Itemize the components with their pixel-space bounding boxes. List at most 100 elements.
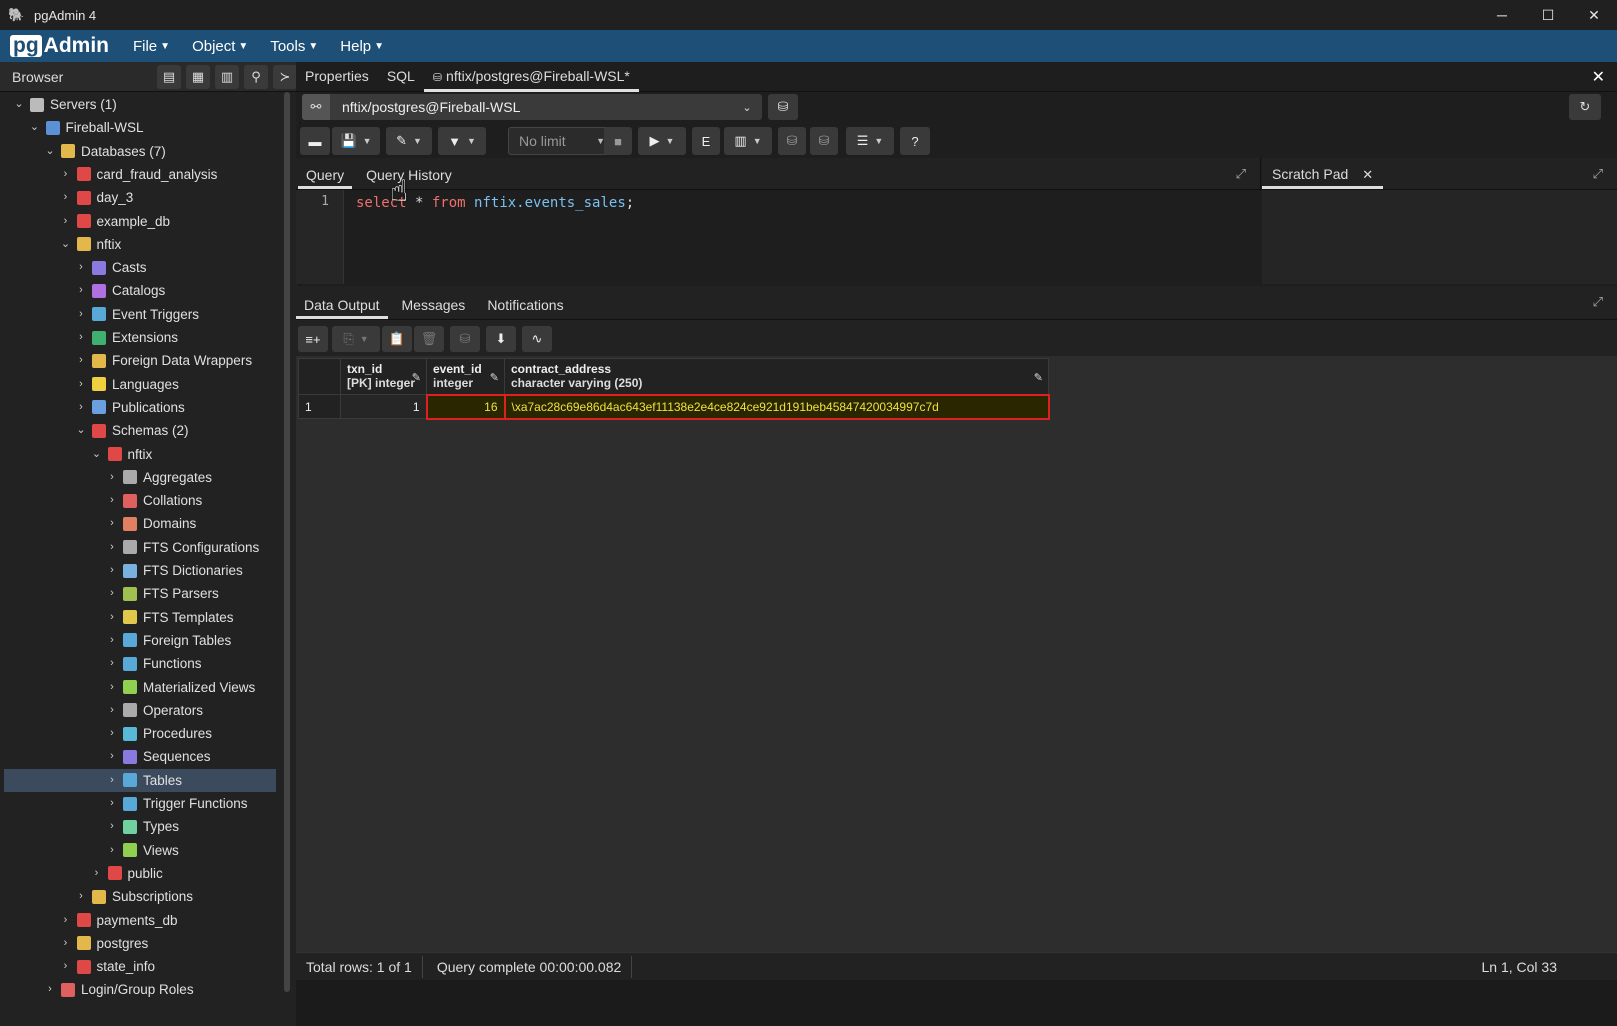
macros-button[interactable]: ☰ ▼ (846, 127, 894, 155)
chevron-right-icon[interactable]: › (43, 978, 57, 1001)
minimize-button[interactable]: ─ (1479, 0, 1525, 30)
chevron-right-icon[interactable]: › (59, 210, 73, 233)
close-icon[interactable]: ✕ (1362, 167, 1373, 182)
scratch-pad-editor[interactable] (1262, 190, 1617, 284)
tab-query-tool[interactable]: ⛁ nftix/postgres@Fireball-WSL* (423, 62, 639, 92)
chevron-down-icon[interactable]: ⌄ (43, 140, 57, 163)
chevron-right-icon[interactable]: › (74, 396, 88, 419)
chevron-right-icon[interactable]: › (74, 256, 88, 279)
tree-item[interactable]: › Languages (4, 373, 179, 396)
menu-help[interactable]: Help ▼ (340, 38, 384, 55)
execute-button[interactable]: ▶ ▼ (638, 127, 686, 155)
tree-item[interactable]: ⌄ Servers (1) (4, 93, 116, 116)
explain-analyze-button[interactable]: ▥ ▼ (724, 127, 772, 155)
tree-item[interactable]: › day_3 (4, 186, 134, 209)
expand-icon[interactable]: ⤢ (1593, 294, 1603, 310)
column-header-contract-address[interactable]: contract_address character varying (250)… (504, 358, 1049, 395)
expand-icon[interactable]: ⤢ (1593, 166, 1603, 182)
tree-item[interactable]: › Extensions (4, 326, 178, 349)
tree-item[interactable]: › FTS Configurations (4, 536, 259, 559)
tab-data-output[interactable]: Data Output (296, 297, 388, 319)
tree-scrollbar[interactable] (284, 92, 290, 992)
tab-notifications[interactable]: Notifications (479, 297, 571, 319)
search-icon[interactable]: ⚲ (244, 64, 268, 89)
chevron-right-icon[interactable]: › (105, 792, 119, 815)
tree-item[interactable]: › Types (4, 815, 179, 838)
copy-button[interactable]: ⎘ ▼ (332, 326, 380, 352)
menu-file[interactable]: File ▼ (133, 38, 170, 55)
download-icon[interactable]: ⬇ (486, 326, 516, 352)
edit-button[interactable]: ✎ ▼ (386, 127, 432, 155)
tree-item[interactable]: ⌄ Fireball-WSL (4, 116, 144, 139)
graph-icon[interactable]: ∿ (522, 326, 552, 352)
chevron-right-icon[interactable]: › (105, 629, 119, 652)
chevron-right-icon[interactable]: › (59, 955, 73, 978)
chevron-right-icon[interactable]: › (74, 279, 88, 302)
tree-item[interactable]: › Subscriptions (4, 885, 193, 908)
chevron-down-icon[interactable]: ⌄ (74, 419, 88, 442)
expand-icon[interactable]: ⤢ (1236, 166, 1246, 182)
chevron-right-icon[interactable]: › (74, 373, 88, 396)
chevron-right-icon[interactable]: › (105, 676, 119, 699)
tab-scratch-pad[interactable]: Scratch Pad ✕ (1262, 166, 1384, 189)
tree-item[interactable]: › postgres (4, 932, 149, 955)
tree-item[interactable]: › Foreign Data Wrappers (4, 349, 252, 372)
tree-item[interactable]: › Login/Group Roles (4, 978, 193, 1001)
chevron-right-icon[interactable]: › (74, 885, 88, 908)
cell-txn-id[interactable]: 1 (340, 394, 427, 419)
column-header-txn-id[interactable]: txn_id [PK] integer ✎ (340, 358, 427, 395)
chevron-right-icon[interactable]: › (59, 932, 73, 955)
tree-item[interactable]: › public (4, 862, 163, 885)
chevron-right-icon[interactable]: › (105, 745, 119, 768)
tree-item[interactable]: ⌄ Databases (7) (4, 140, 165, 163)
chevron-right-icon[interactable]: › (74, 326, 88, 349)
chevron-right-icon[interactable]: › (59, 186, 73, 209)
tree-item[interactable]: › Tables (4, 768, 276, 792)
filtered-rows-icon[interactable]: ▥ (215, 64, 239, 89)
open-file-icon[interactable]: ▬ (300, 127, 330, 155)
chevron-right-icon[interactable]: › (105, 466, 119, 489)
chevron-down-icon[interactable]: ⌄ (28, 116, 42, 139)
sql-editor[interactable]: 1 select * from nftix.events_sales; (296, 190, 1261, 284)
row-number[interactable]: 1 (298, 394, 341, 419)
chevron-down-icon[interactable]: ⌄ (12, 93, 26, 116)
chevron-right-icon[interactable]: › (105, 839, 119, 862)
tree-item[interactable]: › Views (4, 839, 179, 862)
tree-item[interactable]: › example_db (4, 210, 170, 233)
tab-messages[interactable]: Messages (394, 297, 474, 319)
psql-tool-icon[interactable]: ≻ (273, 64, 297, 89)
tree-item[interactable]: › Operators (4, 699, 203, 722)
tree-item[interactable]: › Materialized Views (4, 676, 255, 699)
cell-event-id[interactable]: 16 (425, 393, 506, 420)
chevron-right-icon[interactable]: › (105, 512, 119, 535)
chevron-right-icon[interactable]: › (105, 652, 119, 675)
tab-sql[interactable]: SQL (378, 62, 424, 92)
database-button[interactable]: ⛁ (768, 94, 798, 120)
tree-item[interactable]: › Collations (4, 489, 202, 512)
chevron-right-icon[interactable]: › (105, 606, 119, 629)
tree-item[interactable]: › Publications (4, 396, 185, 419)
chevron-right-icon[interactable]: › (105, 559, 119, 582)
chevron-right-icon[interactable]: › (105, 769, 119, 792)
close-window-button[interactable]: ✕ (1571, 0, 1617, 30)
chevron-right-icon[interactable]: › (105, 815, 119, 838)
tree-item[interactable]: › Casts (4, 256, 146, 279)
stop-icon[interactable]: ■ (604, 127, 632, 155)
tree-item[interactable]: › Domains (4, 512, 196, 535)
maximize-button[interactable]: ☐ (1525, 0, 1571, 30)
view-data-icon[interactable]: ▦ (186, 64, 210, 89)
rollback-icon[interactable]: ⛁ (810, 127, 838, 155)
chevron-right-icon[interactable]: › (105, 699, 119, 722)
chevron-right-icon[interactable]: › (105, 722, 119, 745)
tree-item[interactable]: › Sequences (4, 745, 210, 768)
tree-item[interactable]: › FTS Dictionaries (4, 559, 243, 582)
chevron-right-icon[interactable]: › (74, 303, 88, 326)
tab-properties[interactable]: Properties (296, 62, 378, 92)
help-icon[interactable]: ? (900, 127, 930, 155)
connection-select[interactable]: ⚯ nftix/postgres@Fireball-WSL ⌄ (302, 94, 762, 120)
chevron-right-icon[interactable]: › (90, 862, 104, 885)
tree-item[interactable]: › card_fraud_analysis (4, 163, 218, 186)
chevron-right-icon[interactable]: › (74, 349, 88, 372)
add-row-icon[interactable]: ≡+ (298, 326, 328, 352)
tree-item[interactable]: › Foreign Tables (4, 629, 231, 652)
